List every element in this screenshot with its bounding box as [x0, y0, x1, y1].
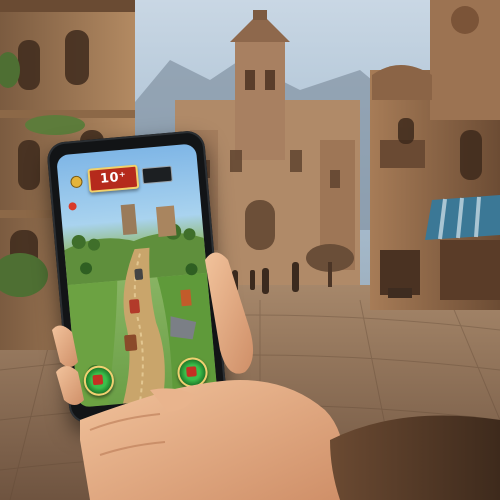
smartphone: 10⁺	[46, 129, 228, 425]
scene: 10⁺	[0, 0, 500, 500]
score-badge: 10⁺	[87, 164, 140, 193]
right-control-icon	[186, 366, 197, 378]
left-control-icon	[92, 374, 104, 386]
counter-panel	[141, 165, 173, 185]
game-screen[interactable]: 10⁺	[56, 143, 218, 408]
